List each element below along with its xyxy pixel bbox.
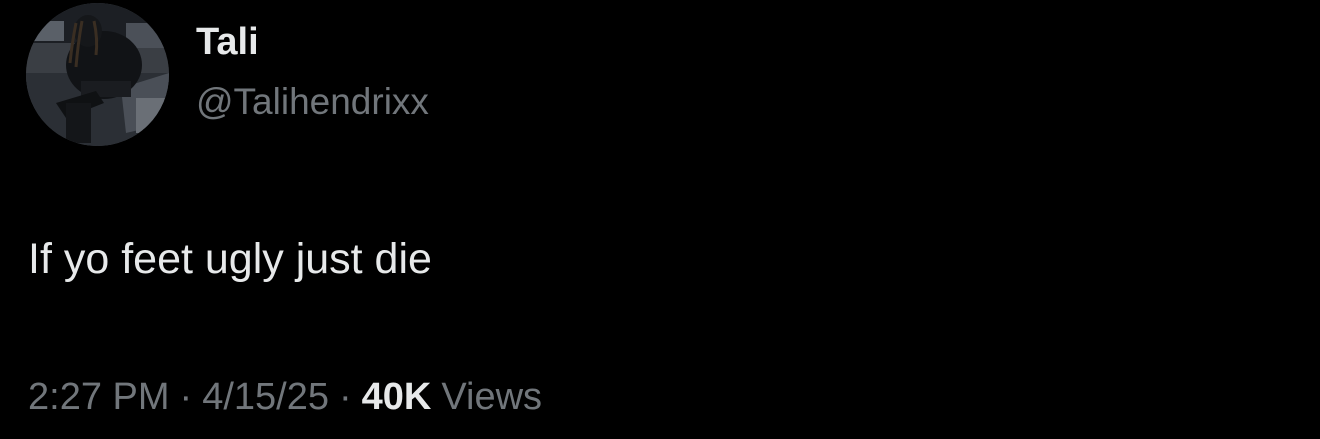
tweet-date[interactable]: 4/15/25 — [202, 376, 329, 418]
author-handle[interactable]: @Talihendrixx — [196, 80, 429, 124]
tweet-text: If yo feet ugly just die — [28, 235, 432, 283]
tweet-meta: 2:27 PM · 4/15/25 · 40K Views — [28, 373, 542, 421]
views-count[interactable]: 40K — [362, 376, 432, 418]
meta-separator: · — [338, 376, 352, 418]
author-display-name[interactable]: Tali — [196, 20, 259, 64]
author-avatar[interactable] — [26, 3, 169, 146]
meta-separator: · — [179, 376, 193, 418]
tweet-time[interactable]: 2:27 PM — [28, 376, 170, 418]
tweet: Tali @Talihendrixx If yo feet ugly just … — [0, 0, 1320, 439]
profile-photo-icon — [26, 3, 169, 146]
views-label[interactable]: Views — [441, 376, 542, 418]
